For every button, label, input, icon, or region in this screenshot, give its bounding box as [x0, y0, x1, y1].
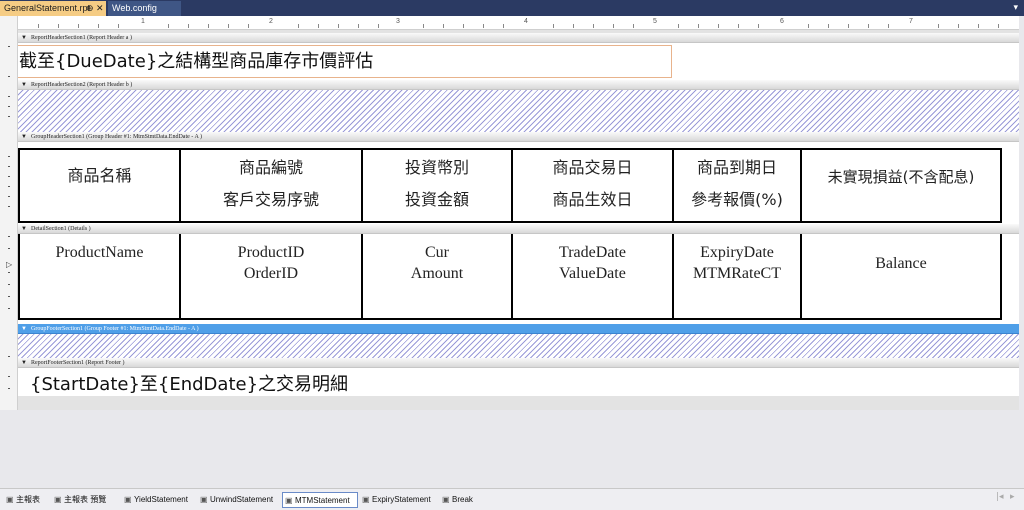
- close-icon[interactable]: ✕: [96, 1, 104, 16]
- header-cell-trade-date[interactable]: 商品交易日 商品生效日: [511, 148, 674, 223]
- detail-cell-balance[interactable]: Balance: [800, 234, 1002, 320]
- document-tab-bar: GeneralStatement.rpt ⊕ ✕ Web.config ▾: [0, 0, 1024, 16]
- detail-line2: MTMRateCT: [693, 265, 781, 282]
- section-group-header[interactable]: GroupHeaderSection1 (Group Header #1: Mt…: [18, 132, 1019, 142]
- report-icon: ▣: [6, 495, 14, 504]
- report-tab-strip: ▣ 主報表 ▣ 主報表 預覽 ▣ YieldStatement ▣ Unwind…: [0, 488, 1024, 510]
- report-title[interactable]: 截至{DueDate}之結構型商品庫存市價評估: [19, 47, 373, 73]
- header-line1: 未實現損益(不含配息): [827, 168, 975, 186]
- tab-yield-statement[interactable]: ▣ YieldStatement: [122, 492, 194, 508]
- horizontal-ruler: 1 2 3 4 5 6 7: [18, 16, 1019, 30]
- report-icon: ▣: [54, 495, 62, 504]
- tab-label: 主報表 預覽: [64, 495, 107, 504]
- ruler-label: 6: [780, 18, 784, 25]
- header-line2: 商品生效日: [552, 190, 633, 209]
- header-line1: 商品交易日: [552, 158, 633, 177]
- tab-label: YieldStatement: [134, 495, 188, 504]
- ruler-label: 2: [269, 18, 273, 25]
- detail-line2: Amount: [410, 265, 464, 282]
- detail-line1: Cur: [425, 244, 449, 261]
- tab-web-config[interactable]: Web.config: [108, 1, 181, 16]
- header-cell-product-name[interactable]: 商品名稱: [18, 148, 181, 223]
- tab-label: UnwindStatement: [210, 495, 274, 504]
- header-line2: 參考報價(%): [691, 190, 783, 209]
- report-icon: ▣: [124, 495, 132, 504]
- ruler-label: 4: [524, 18, 528, 25]
- tab-mtm-statement[interactable]: ▣ MTMStatement: [282, 492, 358, 508]
- first-tab-icon[interactable]: |◂: [996, 492, 1004, 502]
- tab-break[interactable]: ▣ Break: [440, 492, 480, 508]
- group-footer-suppressed: [18, 334, 1019, 358]
- report-icon: ▣: [285, 496, 293, 505]
- tab-main-report-preview[interactable]: ▣ 主報表 預覽: [52, 492, 118, 508]
- header-cell-currency[interactable]: 投資幣別 投資金額: [361, 148, 513, 223]
- report-icon: ▣: [442, 495, 450, 504]
- tab-label: Web.config: [112, 3, 157, 13]
- header-cell-expiry-date[interactable]: 商品到期日 參考報價(%): [672, 148, 802, 223]
- ruler-label: 5: [653, 18, 657, 25]
- detail-line1: ProductName: [55, 244, 144, 261]
- header-line2: 客戶交易序號: [222, 190, 319, 209]
- tab-general-statement[interactable]: GeneralStatement.rpt ⊕ ✕: [0, 1, 106, 16]
- tab-label: Break: [452, 495, 473, 504]
- detail-cell-trade-date[interactable]: TradeDate ValueDate: [511, 234, 674, 320]
- ruler-label: 1: [141, 18, 145, 25]
- detail-line2: OrderID: [243, 265, 299, 282]
- tab-label: MTMStatement: [295, 496, 350, 505]
- header-line2: 投資金額: [404, 190, 469, 209]
- detail-line1: TradeDate: [559, 244, 626, 261]
- section-report-header-a[interactable]: ReportHeaderSection1 (Report Header a ): [18, 33, 1019, 43]
- tab-expiry-statement[interactable]: ▣ ExpiryStatement: [360, 492, 438, 508]
- section-group-footer[interactable]: GroupFooterSection1 (Group Footer #1: Mt…: [18, 324, 1019, 334]
- next-tab-icon[interactable]: ▸: [1010, 492, 1015, 502]
- header-cell-unrealized-pnl[interactable]: 未實現損益(不含配息): [800, 148, 1002, 223]
- tab-label: GeneralStatement.rpt: [4, 3, 91, 13]
- ruler-label: 3: [396, 18, 400, 25]
- header-line1: 商品編號: [238, 158, 303, 177]
- detail-line2: ValueDate: [559, 265, 626, 282]
- header-line1: 商品名稱: [67, 166, 132, 185]
- detail-cell-product-name[interactable]: ProductName: [18, 234, 181, 320]
- report-icon: ▣: [200, 495, 208, 504]
- detail-line1: ProductID: [237, 244, 305, 261]
- report-footer-body: {StartDate}至{EndDate}之交易明細: [18, 368, 1019, 396]
- detail-line1: ExpiryDate: [700, 244, 774, 261]
- header-cell-product-id[interactable]: 商品編號 客戶交易序號: [179, 148, 363, 223]
- report-icon: ▣: [362, 495, 370, 504]
- tab-unwind-statement[interactable]: ▣ UnwindStatement: [198, 492, 280, 508]
- report-design-canvas: ReportHeaderSection1 (Report Header a ) …: [18, 30, 1019, 410]
- section-details[interactable]: DetailSection1 (Details ): [18, 224, 1019, 234]
- tab-dropdown-icon[interactable]: ▾: [1013, 0, 1018, 16]
- tab-main-report[interactable]: ▣ 主報表: [4, 492, 48, 508]
- tab-label: 主報表: [16, 495, 40, 504]
- vertical-ruler: ▷: [0, 16, 18, 410]
- footer-title[interactable]: {StartDate}至{EndDate}之交易明細: [30, 370, 348, 396]
- pin-icon[interactable]: ⊕: [86, 1, 94, 16]
- section-report-footer[interactable]: ReportFooterSection1 (Report Footer ): [18, 358, 1019, 368]
- ruler-label: 7: [909, 18, 913, 25]
- detail-cell-product-id[interactable]: ProductID OrderID: [179, 234, 363, 320]
- detail-cell-expiry-date[interactable]: ExpiryDate MTMRateCT: [672, 234, 802, 320]
- detail-cell-currency[interactable]: Cur Amount: [361, 234, 513, 320]
- section-report-header-b[interactable]: ReportHeaderSection2 (Report Header b ): [18, 80, 1019, 90]
- report-header-b-suppressed: [18, 90, 1019, 132]
- tab-label: ExpiryStatement: [372, 495, 431, 504]
- header-line1: 投資幣別: [404, 158, 469, 177]
- detail-line1: Balance: [875, 255, 927, 272]
- current-row-marker-icon: ▷: [6, 260, 13, 269]
- report-header-a-body: 截至{DueDate}之結構型商品庫存市價評估: [18, 43, 1019, 80]
- header-line1: 商品到期日: [696, 158, 777, 177]
